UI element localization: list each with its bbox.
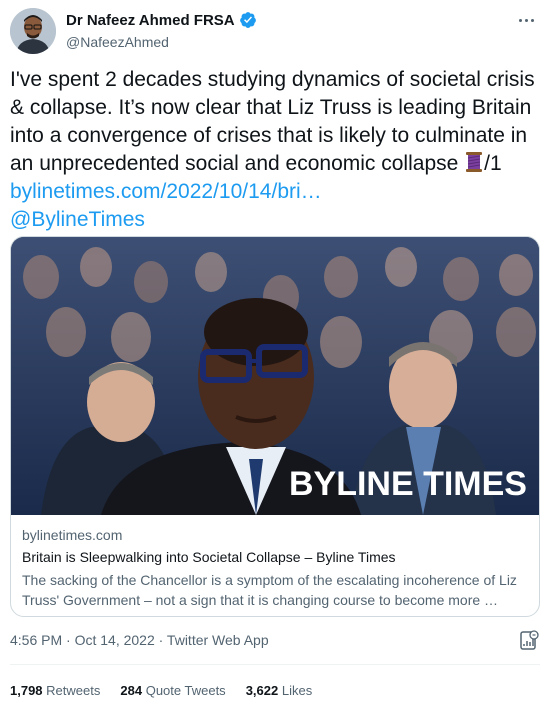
tweet-header: Dr Nafeez Ahmed FRSA @NafeezAhmed <box>10 8 540 58</box>
author-info: Dr Nafeez Ahmed FRSA @NafeezAhmed <box>66 11 257 50</box>
quotes-label: Quote Tweets <box>145 683 226 698</box>
link-preview-card[interactable]: BYLINE TIMES bylinetimes.com Britain is … <box>10 236 540 617</box>
likes-label: Likes <box>281 683 313 698</box>
tweet-timestamp[interactable]: 4:56 PM · Oct 14, 2022 · Twitter Web App <box>10 632 269 648</box>
tweet-body: I've spent 2 decades studying dynamics o… <box>10 68 535 175</box>
likes-stat[interactable]: 3,622 Likes <box>246 683 313 698</box>
author-handle[interactable]: @NafeezAhmed <box>66 34 257 50</box>
spool-of-thread-icon <box>466 152 483 172</box>
tweet-link[interactable]: bylinetimes.com/2022/10/14/bri… <box>10 180 322 203</box>
mention-link[interactable]: @BylineTimes <box>10 208 145 231</box>
avatar[interactable] <box>10 8 56 54</box>
card-image[interactable]: BYLINE TIMES <box>11 237 539 515</box>
card-title[interactable]: Britain is Sleepwalking into Societal Co… <box>22 548 530 567</box>
retweets-count: 1,798 <box>10 683 43 698</box>
thread-marker: /1 <box>484 152 502 175</box>
quote-tweets-stat[interactable]: 284 Quote Tweets <box>120 683 225 698</box>
author-display-name[interactable]: Dr Nafeez Ahmed FRSA <box>66 12 235 29</box>
divider <box>10 664 540 665</box>
quotes-count: 284 <box>120 683 143 698</box>
likes-count: 3,622 <box>245 683 279 698</box>
engagement-stats: 1,798 Retweets 284 Quote Tweets 3,622 Li… <box>10 683 312 698</box>
retweets-stat[interactable]: 1,798 Retweets <box>10 683 100 698</box>
tweet-text: I've spent 2 decades studying dynamics o… <box>10 66 540 234</box>
verified-badge-icon <box>239 12 256 28</box>
card-domain: bylinetimes.com <box>22 527 123 543</box>
more-options-icon[interactable] <box>514 10 538 30</box>
card-meta: bylinetimes.com Britain is Sleepwalking … <box>22 526 530 610</box>
card-description: The sacking of the Chancellor is a sympt… <box>22 572 517 608</box>
retweets-label: Retweets <box>46 683 101 698</box>
analytics-icon[interactable] <box>518 630 540 652</box>
card-image-watermark: BYLINE TIMES <box>289 465 527 503</box>
